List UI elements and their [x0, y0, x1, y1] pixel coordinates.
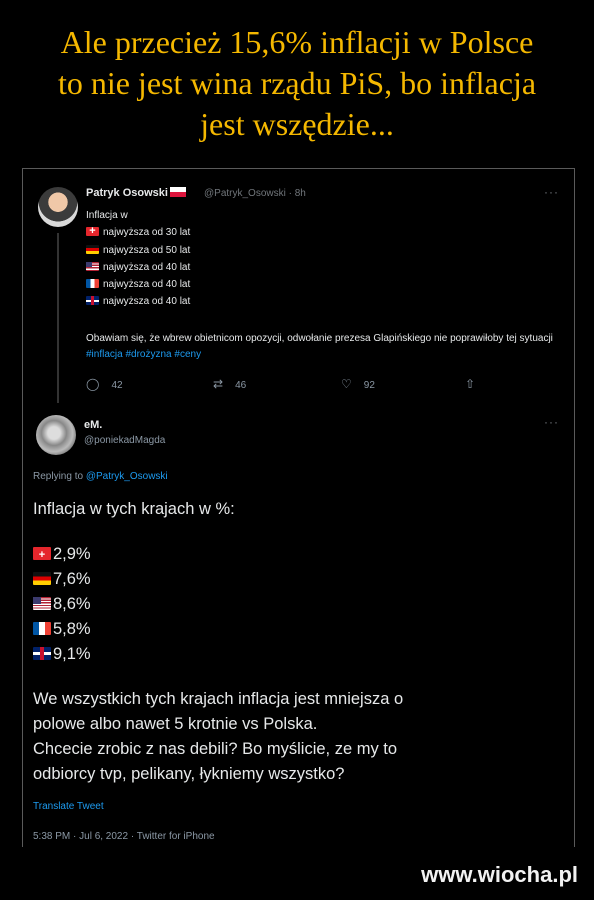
thread-connector — [57, 233, 59, 403]
switzerland-flag-icon — [86, 223, 99, 241]
more-options-icon[interactable]: ··· — [544, 185, 559, 199]
paragraph-line: polowe albo nawet 5 krotnie vs Polska. — [33, 715, 318, 733]
retweet-button[interactable]: ⇄ 46 — [213, 377, 246, 391]
switzerland-flag-icon — [33, 543, 51, 568]
list-item: 5,8% — [33, 617, 563, 642]
list-item: 9,1% — [33, 642, 563, 667]
usa-flag-icon — [86, 261, 99, 271]
headline-line-3: jest wszędzie... — [200, 106, 394, 142]
paragraph-line: We wszystkich tych krajach inflacja jest… — [33, 690, 404, 708]
translate-tweet-link[interactable]: Translate Tweet — [33, 801, 104, 812]
reply-mention-link[interactable]: @Patryk_Osowski — [86, 471, 168, 482]
author-handle[interactable]: @poniekadMagda — [84, 435, 165, 446]
france-flag-icon — [86, 279, 99, 289]
list-item: 7,6% — [33, 567, 563, 592]
reply-button[interactable]: ◯ 42 — [86, 377, 123, 391]
avatar[interactable] — [36, 415, 76, 455]
tweet-text: Inflacja w najwyższa od 30 lat najwyższa… — [86, 207, 190, 311]
tweet-timestamp[interactable]: 5:38 PM · Jul 6, 2022 · Twitter for iPho… — [33, 831, 215, 842]
list-item: najwyższa od 50 lat — [86, 242, 190, 259]
share-icon: ⇧ — [465, 377, 476, 391]
germany-flag-icon — [33, 572, 51, 585]
uk-flag-icon — [33, 647, 51, 660]
meme-headline: Ale przecież 15,6% inflacji w Polsce to … — [0, 22, 594, 145]
hashtags[interactable]: #inflacja #drożyzna #ceny — [86, 349, 201, 360]
like-button[interactable]: ♡ 92 — [341, 377, 375, 391]
replying-to: Replying to @Patryk_Osowski — [33, 471, 168, 482]
heart-icon: ♡ — [341, 377, 352, 391]
more-options-icon[interactable]: ··· — [544, 415, 559, 429]
list-item: najwyższa od 40 lat — [86, 293, 190, 310]
france-flag-icon — [33, 622, 51, 635]
author-name-text[interactable]: Patryk Osowski — [86, 187, 168, 199]
tweet-intro: Inflacja w — [86, 210, 128, 221]
list-item: najwyższa od 30 lat — [86, 223, 190, 241]
author-handle[interactable]: @Patryk_Osowski · 8h — [204, 188, 306, 199]
twitter-screenshot: Patryk Osowski @Patryk_Osowski · 8h ··· … — [22, 168, 575, 847]
paragraph-line: odbiorcy tvp, pelikany, łykniemy wszystk… — [33, 765, 345, 783]
author-name[interactable]: eM. — [84, 419, 102, 431]
watermark: www.wiocha.pl — [421, 862, 578, 887]
uk-flag-icon — [86, 296, 99, 306]
paragraph-line: Chcecie zrobic z nas debili? Bo myślicie… — [33, 740, 398, 758]
reply-icon: ◯ — [86, 377, 100, 391]
list-item: 8,6% — [33, 592, 563, 617]
list-item: 2,9% — [33, 542, 563, 568]
tweet-heading: Inflacja w tych krajach w %: — [33, 500, 235, 518]
germany-flag-icon — [86, 244, 99, 254]
poland-flag-icon — [169, 187, 186, 197]
retweet-icon: ⇄ — [213, 377, 224, 391]
author-name[interactable]: Patryk Osowski — [86, 187, 186, 199]
avatar[interactable] — [38, 187, 78, 227]
headline-line-2: to nie jest wina rządu PiS, bo inflacja — [57, 65, 537, 101]
tweet-text: Inflacja w tych krajach w %: 2,9% 7,6% 8… — [33, 497, 563, 787]
usa-flag-icon — [33, 597, 51, 610]
list-item: najwyższa od 40 lat — [86, 276, 190, 293]
list-item: najwyższa od 40 lat — [86, 259, 190, 276]
tweet-paragraph: Obawiam się, że wbrew obietnicom opozycj… — [86, 333, 553, 360]
headline-line-1: Ale przecież 15,6% inflacji w Polsce — [60, 24, 534, 60]
share-button[interactable]: ⇧ — [465, 377, 487, 391]
